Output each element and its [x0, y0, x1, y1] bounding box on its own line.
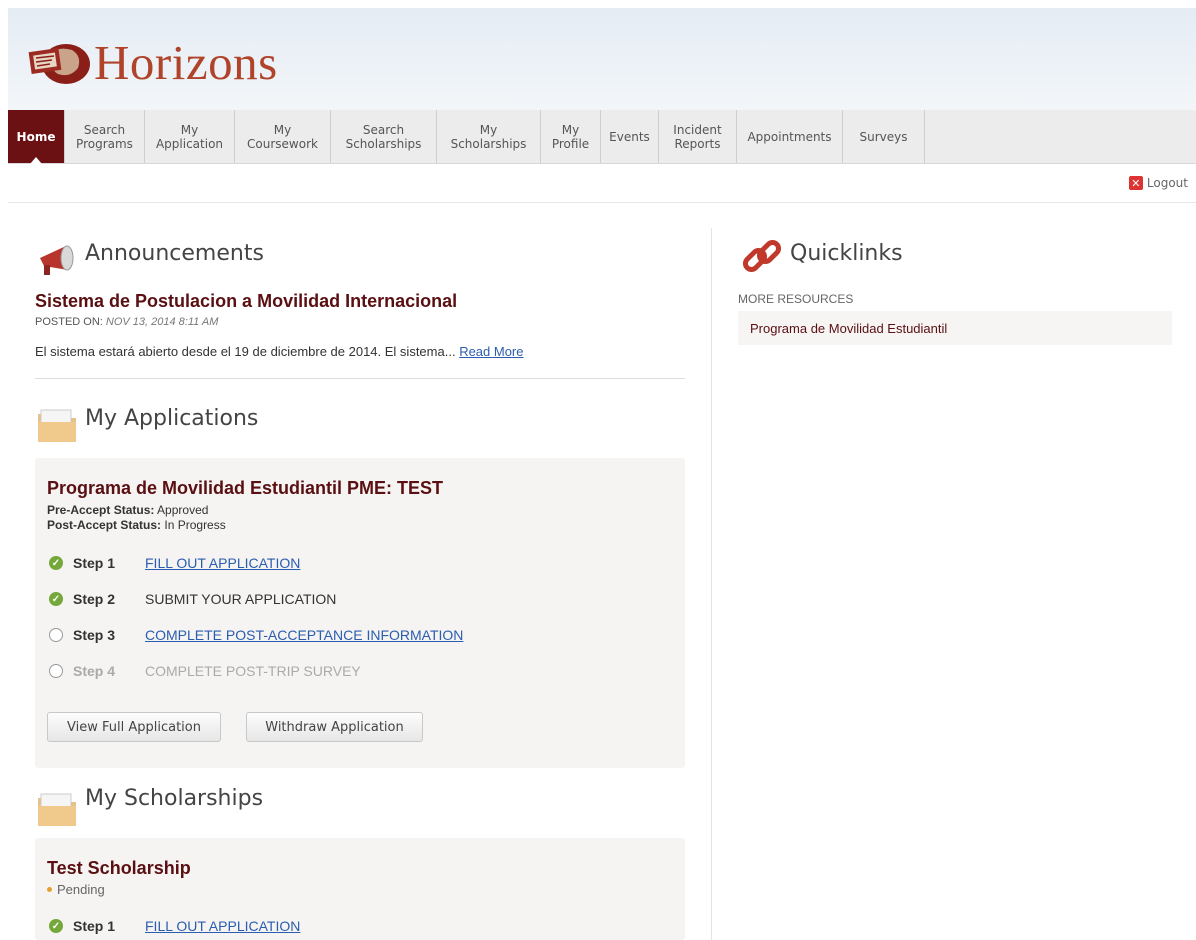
pre-accept-status: Pre-Accept Status: Approved: [47, 503, 209, 517]
nav-my-application[interactable]: My Application: [145, 110, 235, 163]
announcement-heading[interactable]: Sistema de Postulacion a Movilidad Inter…: [35, 291, 457, 312]
scholarship-step-1: ✓ Step 1 FILL OUT APPLICATION: [49, 918, 300, 934]
nav-appointments[interactable]: Appointments: [737, 110, 843, 163]
post-accept-status: Post-Accept Status: In Progress: [47, 518, 226, 532]
announcement-date: NOV 13, 2014 8:11 AM: [105, 316, 219, 328]
step-2: ✓ Step 2 SUBMIT YOUR APPLICATION: [49, 591, 336, 607]
status-dot-icon: [47, 887, 52, 892]
nav-my-coursework[interactable]: My Coursework: [235, 110, 331, 163]
globe-map-icon: [28, 44, 90, 84]
close-icon: ✕: [1128, 176, 1143, 190]
announcement-posted: POSTED ON: NOV 13, 2014 8:11 AM: [35, 316, 219, 328]
column-divider: [711, 228, 712, 940]
logout-link[interactable]: ✕ Logout: [1128, 176, 1188, 190]
nav-home[interactable]: Home: [8, 110, 65, 164]
nav-my-scholarships[interactable]: My Scholarships: [437, 110, 541, 163]
megaphone-icon: [40, 245, 74, 275]
main-nav: Home Search Programs My Application My C…: [8, 110, 1196, 164]
checkmark-icon: ✓: [49, 556, 63, 570]
nav-surveys[interactable]: Surveys: [843, 110, 925, 163]
quicklinks-title: Quicklinks: [790, 241, 903, 266]
read-more-link[interactable]: Read More: [459, 344, 523, 359]
fill-out-application-link[interactable]: FILL OUT APPLICATION: [145, 555, 300, 571]
logout-label: Logout: [1146, 176, 1188, 190]
scholarship-card: Test Scholarship Pending ✓ Step 1 FILL O…: [35, 838, 685, 940]
header: Horizons: [8, 8, 1196, 110]
scholarship-name[interactable]: Test Scholarship: [47, 858, 191, 879]
status-badge: Pending: [47, 882, 105, 897]
step-3: Step 3 COMPLETE POST-ACCEPTANCE INFORMAT…: [49, 627, 463, 643]
checkmark-icon: ✓: [49, 919, 63, 933]
application-card: Programa de Movilidad Estudiantil PME: T…: [35, 458, 685, 768]
view-full-application-button[interactable]: View Full Application: [47, 712, 221, 742]
nav-events[interactable]: Events: [601, 110, 659, 163]
folder-icon: [38, 409, 76, 442]
post-acceptance-link[interactable]: COMPLETE POST-ACCEPTANCE INFORMATION: [145, 627, 463, 643]
step-4: Step 4 COMPLETE POST-TRIP SURVEY: [49, 663, 361, 679]
scholarships-title: My Scholarships: [85, 786, 264, 811]
more-resources-label: MORE RESOURCES: [738, 292, 854, 306]
nav-incident-reports[interactable]: Incident Reports: [659, 110, 737, 163]
empty-circle-icon: [49, 628, 63, 642]
divider: [35, 378, 685, 379]
folder-icon: [38, 793, 76, 826]
withdraw-application-button[interactable]: Withdraw Application: [246, 712, 423, 742]
empty-circle-icon: [49, 664, 63, 678]
nav-my-profile[interactable]: My Profile: [541, 110, 601, 163]
nav-search-scholarships[interactable]: Search Scholarships: [331, 110, 437, 163]
brand-name[interactable]: Horizons: [94, 34, 278, 91]
step-1: ✓ Step 1 FILL OUT APPLICATION: [49, 555, 300, 571]
program-title[interactable]: Programa de Movilidad Estudiantil PME: T…: [47, 478, 443, 499]
applications-title: My Applications: [85, 406, 259, 431]
divider: [8, 202, 1196, 203]
announcement-body: El sistema estará abierto desde el 19 de…: [35, 344, 524, 359]
fill-out-application-link[interactable]: FILL OUT APPLICATION: [145, 918, 300, 934]
nav-search-programs[interactable]: Search Programs: [65, 110, 145, 163]
chain-link-icon: [742, 239, 782, 273]
announcements-title: Announcements: [85, 241, 264, 266]
quicklink-item[interactable]: Programa de Movilidad Estudiantil: [738, 311, 1172, 345]
checkmark-icon: ✓: [49, 592, 63, 606]
